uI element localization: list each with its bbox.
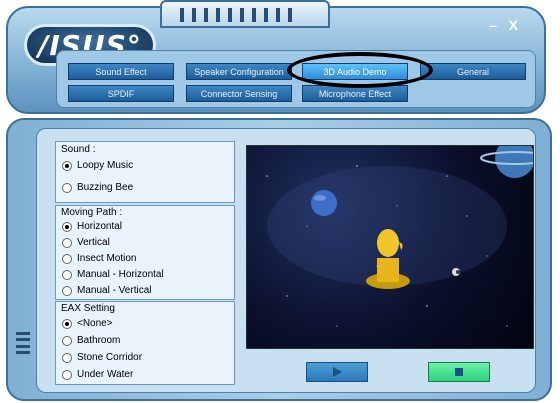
radio-icon[interactable] <box>62 182 72 193</box>
stop-icon <box>455 368 463 376</box>
stop-button[interactable] <box>428 362 490 382</box>
drag-handle[interactable] <box>160 0 330 28</box>
radio-icon[interactable] <box>62 352 72 363</box>
path-option-manual-horizontal[interactable]: Manual - Horizontal <box>62 269 164 280</box>
sound-title: Sound : <box>61 144 96 155</box>
space-illustration <box>266 146 533 327</box>
radio-icon[interactable] <box>62 369 72 380</box>
play-button[interactable] <box>306 362 368 382</box>
tab-sound-effect[interactable]: Sound Effect <box>68 63 174 80</box>
radio-icon[interactable] <box>62 269 72 280</box>
window-controls: – X <box>489 17 518 33</box>
path-option-manual-vertical[interactable]: Manual - Vertical <box>62 285 151 296</box>
radio-icon[interactable] <box>62 237 72 248</box>
moving-path-title: Moving Path : <box>61 207 123 218</box>
radio-icon[interactable] <box>62 318 72 329</box>
highlight-oval <box>287 52 433 88</box>
planet-ringed-icon <box>480 146 533 178</box>
eax-option-stone-corridor[interactable]: Stone Corridor <box>62 352 142 363</box>
radio-icon[interactable] <box>62 335 72 346</box>
path-option-insect-motion[interactable]: Insect Motion <box>62 253 136 264</box>
tab-spdif[interactable]: SPDIF <box>68 85 174 102</box>
bee-icon <box>452 268 460 276</box>
radio-icon[interactable] <box>62 221 72 232</box>
tab-speaker-configuration[interactable]: Speaker Configuration <box>186 63 292 80</box>
tab-general[interactable]: General <box>420 63 526 80</box>
sound-option-buzzing-bee[interactable]: Buzzing Bee <box>62 182 133 193</box>
eax-setting-group: EAX Setting <None> Bathroom Stone Corrid… <box>55 301 235 385</box>
eax-option-under-water[interactable]: Under Water <box>62 369 133 380</box>
path-option-vertical[interactable]: Vertical <box>62 237 110 248</box>
eax-option-bathroom[interactable]: Bathroom <box>62 335 120 346</box>
tab-connector-sensing[interactable]: Connector Sensing <box>186 85 292 102</box>
radio-icon[interactable] <box>62 253 72 264</box>
planet-blue-icon <box>311 190 337 216</box>
resize-grip[interactable] <box>16 332 30 354</box>
eax-title: EAX Setting <box>61 303 115 314</box>
close-button[interactable]: X <box>509 17 518 33</box>
minimize-button[interactable]: – <box>489 17 497 33</box>
eax-option-none[interactable]: <None> <box>62 318 113 329</box>
sound-option-loopy-music[interactable]: Loopy Music <box>62 160 133 171</box>
moving-path-group: Moving Path : Horizontal Vertical Insect… <box>55 205 235 300</box>
path-option-horizontal[interactable]: Horizontal <box>62 221 122 232</box>
sound-group: Sound : Loopy Music Buzzing Bee <box>55 141 235 203</box>
radio-icon[interactable] <box>62 285 72 296</box>
play-icon <box>333 367 342 377</box>
3d-audio-scene <box>246 145 534 349</box>
radio-icon[interactable] <box>62 160 72 171</box>
